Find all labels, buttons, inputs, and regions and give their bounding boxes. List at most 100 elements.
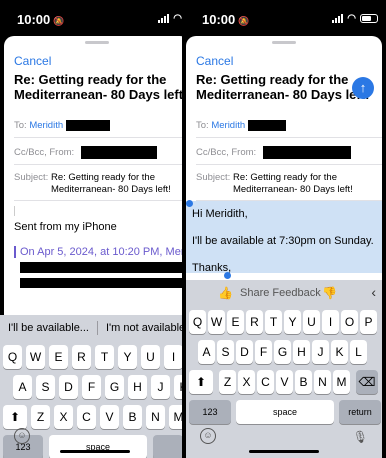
key[interactable]: W bbox=[26, 345, 45, 369]
to-label: To: bbox=[14, 120, 27, 132]
key[interactable]: R bbox=[72, 345, 91, 369]
key[interactable]: Z bbox=[219, 370, 236, 394]
key[interactable]: Z bbox=[31, 405, 50, 429]
key[interactable]: Y bbox=[118, 345, 137, 369]
key[interactable]: S bbox=[36, 375, 55, 399]
thumbs-down-icon[interactable]: 👎 bbox=[322, 286, 337, 300]
key[interactable]: M bbox=[333, 370, 350, 394]
key[interactable]: G bbox=[105, 375, 124, 399]
selection-end-handle[interactable] bbox=[224, 272, 231, 279]
key[interactable]: A bbox=[13, 375, 32, 399]
key[interactable]: B bbox=[295, 370, 312, 394]
return-key[interactable]: return bbox=[339, 400, 381, 424]
key[interactable]: W bbox=[208, 310, 225, 334]
key[interactable]: F bbox=[82, 375, 101, 399]
send-button[interactable]: ↑ bbox=[352, 77, 374, 99]
emoji-icon[interactable]: ☺ bbox=[14, 428, 30, 444]
delete-icon: ⌫ bbox=[358, 375, 376, 389]
subject-value: Re: Getting ready for the Mediterranean-… bbox=[51, 172, 171, 196]
key[interactable]: V bbox=[276, 370, 293, 394]
title-line-2: Mediterranean- 80 Days left! bbox=[14, 87, 188, 102]
space-key[interactable]: space bbox=[236, 400, 334, 424]
divider bbox=[14, 137, 190, 138]
key[interactable]: R bbox=[246, 310, 263, 334]
return-key[interactable] bbox=[153, 435, 183, 458]
sheet-grabber[interactable] bbox=[272, 41, 296, 44]
microphone-icon[interactable]: 🎙 bbox=[353, 430, 368, 444]
recipient-token[interactable]: Meridith bbox=[211, 120, 245, 131]
to-field[interactable]: To: Meridith bbox=[14, 120, 190, 131]
subject-line-2: Mediterranean- 80 Days left! bbox=[50, 184, 171, 195]
key[interactable]: U bbox=[141, 345, 160, 369]
key-row-1: Q W E R T Y U I O P bbox=[189, 310, 382, 334]
key[interactable]: B bbox=[123, 405, 142, 429]
delete-key[interactable]: ⌫ bbox=[356, 370, 378, 394]
compose-sheet: Cancel Re: Getting ready for the Mediter… bbox=[0, 36, 190, 458]
key[interactable]: C bbox=[77, 405, 96, 429]
key[interactable]: T bbox=[95, 345, 114, 369]
key[interactable]: X bbox=[54, 405, 73, 429]
key[interactable]: Q bbox=[189, 310, 206, 334]
key[interactable]: H bbox=[128, 375, 147, 399]
key[interactable]: L bbox=[350, 340, 367, 364]
send-arrow-icon: ↑ bbox=[359, 80, 367, 95]
key[interactable]: F bbox=[255, 340, 272, 364]
share-feedback-label[interactable]: Share Feedback bbox=[240, 287, 321, 299]
subject-line-1: Re: Getting ready for the bbox=[50, 172, 155, 183]
key[interactable]: N bbox=[146, 405, 165, 429]
signature-text: Sent from my iPhone bbox=[14, 221, 117, 233]
key[interactable]: N bbox=[314, 370, 331, 394]
subject-field[interactable]: Subject: Re: Getting ready for the Medit… bbox=[14, 172, 190, 196]
key[interactable]: Y bbox=[284, 310, 301, 334]
sheet-grabber[interactable] bbox=[85, 41, 109, 44]
status-time: 10:00 🔕 bbox=[202, 12, 250, 27]
key[interactable]: J bbox=[312, 340, 329, 364]
compose-sheet: Cancel Re: Getting ready for the Mediter… bbox=[186, 36, 382, 458]
key[interactable]: Q bbox=[3, 345, 22, 369]
key[interactable]: D bbox=[236, 340, 253, 364]
key[interactable]: D bbox=[59, 375, 78, 399]
shift-key[interactable]: ⬆ bbox=[189, 370, 213, 394]
recipient-token[interactable]: Meridith bbox=[29, 120, 63, 131]
suggestion-item[interactable]: I'm not available bbox=[98, 322, 185, 334]
key[interactable]: I bbox=[164, 345, 183, 369]
cc-bcc-field[interactable]: Cc/Bcc, From: bbox=[196, 146, 382, 159]
key[interactable]: O bbox=[341, 310, 358, 334]
subject-value: Re: Getting ready for the Mediterranean-… bbox=[233, 172, 353, 196]
key[interactable]: G bbox=[274, 340, 291, 364]
key[interactable]: T bbox=[265, 310, 282, 334]
subject-label: Subject: bbox=[14, 172, 49, 183]
cc-bcc-field[interactable]: Cc/Bcc, From: bbox=[14, 146, 190, 159]
status-bar: 10:00 🔕 ◠ bbox=[182, 0, 386, 36]
emoji-icon[interactable]: ☺ bbox=[200, 428, 216, 444]
text-cursor bbox=[14, 206, 15, 216]
key[interactable]: K bbox=[331, 340, 348, 364]
suggestion-item[interactable]: I'll be available... bbox=[0, 322, 89, 334]
numbers-key[interactable]: 123 bbox=[189, 400, 231, 424]
key[interactable]: S bbox=[217, 340, 234, 364]
key[interactable]: E bbox=[49, 345, 68, 369]
wifi-icon: ◠ bbox=[173, 13, 182, 24]
key[interactable]: X bbox=[238, 370, 255, 394]
chevron-left-icon[interactable]: ‹ bbox=[371, 284, 376, 300]
cancel-button[interactable]: Cancel bbox=[14, 54, 51, 68]
key[interactable]: H bbox=[293, 340, 310, 364]
to-field[interactable]: To: Meridith bbox=[196, 120, 382, 131]
right-phone-screen: 10:00 🔕 ◠ Cancel Re: Getting ready for th… bbox=[182, 0, 386, 458]
subject-field[interactable]: Subject: Re: Getting ready for the Medit… bbox=[196, 172, 382, 196]
title-line-1: Re: Getting ready for the bbox=[14, 72, 167, 87]
key[interactable]: P bbox=[360, 310, 377, 334]
redacted-from bbox=[80, 146, 157, 159]
key[interactable]: V bbox=[100, 405, 119, 429]
key[interactable]: I bbox=[322, 310, 339, 334]
key[interactable]: U bbox=[303, 310, 320, 334]
key[interactable]: J bbox=[151, 375, 170, 399]
shift-key[interactable]: ⬆ bbox=[3, 405, 27, 429]
thumbs-up-icon[interactable]: 👍 bbox=[218, 286, 233, 300]
key[interactable]: E bbox=[227, 310, 244, 334]
key[interactable]: C bbox=[257, 370, 274, 394]
selection-start-handle[interactable] bbox=[186, 200, 193, 207]
cancel-button[interactable]: Cancel bbox=[196, 54, 233, 68]
key[interactable]: A bbox=[198, 340, 215, 364]
space-key[interactable]: space bbox=[49, 435, 147, 458]
